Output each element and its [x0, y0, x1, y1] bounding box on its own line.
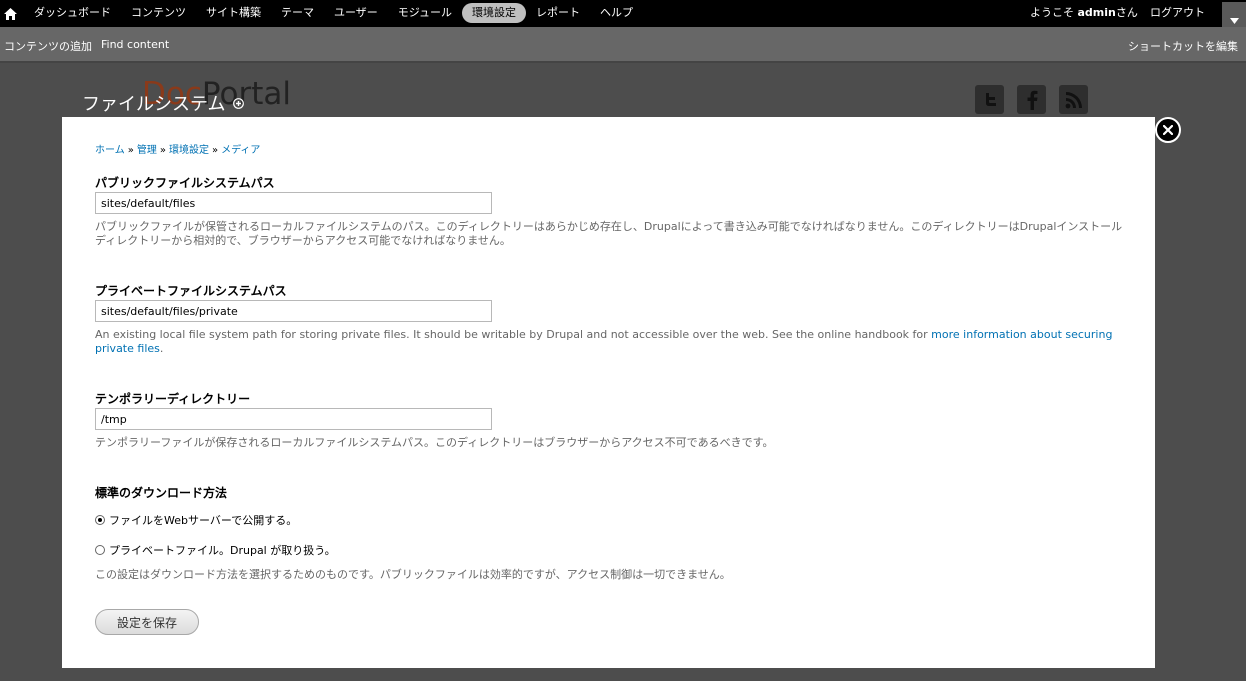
shortcut-find-content[interactable]: Find content: [101, 38, 169, 51]
download-method-label: 標準のダウンロード方法: [95, 486, 228, 500]
breadcrumb-admin[interactable]: 管理: [137, 145, 157, 156]
private-path-input[interactable]: [95, 300, 492, 322]
menu-item-appearance[interactable]: テーマ: [271, 3, 324, 23]
menu-item-help[interactable]: ヘルプ: [590, 3, 643, 23]
radio-public-label[interactable]: ファイルをWebサーバーで公開する。: [109, 512, 297, 528]
menu-item-configuration[interactable]: 環境設定: [462, 3, 527, 23]
shortcut-add-content[interactable]: コンテンツの追加: [4, 38, 92, 54]
private-path-label: プライベートファイルシステムパス: [95, 284, 287, 298]
chevron-down-icon: [1229, 18, 1239, 24]
menu-item-structure[interactable]: サイト構築: [196, 3, 271, 23]
save-settings-button[interactable]: 設定を保存: [95, 609, 199, 635]
menu-item-people[interactable]: ユーザー: [324, 3, 388, 23]
breadcrumb-config[interactable]: 環境設定: [169, 145, 209, 156]
home-icon[interactable]: [0, 0, 20, 27]
logout-link[interactable]: ログアウト: [1150, 0, 1205, 27]
public-path-input[interactable]: [95, 192, 492, 214]
close-overlay-button[interactable]: [1155, 117, 1181, 143]
welcome-prefix: ようこそ: [1030, 6, 1074, 19]
radio-public[interactable]: [95, 515, 105, 525]
welcome-suffix: さん: [1115, 6, 1138, 19]
temp-dir-input[interactable]: [95, 408, 492, 430]
edit-shortcuts-link[interactable]: ショートカットを編集: [1128, 38, 1238, 54]
welcome-message: ようこそ adminさん: [1030, 0, 1138, 27]
overlay-title: ファイルシステム: [82, 90, 245, 116]
temp-dir-description: テンポラリーファイルが保存されるローカルファイルシステムパス。このディレクトリー…: [95, 436, 774, 449]
download-public-option[interactable]: ファイルをWebサーバーで公開する。: [95, 512, 297, 528]
private-path-description: An existing local file system path for s…: [95, 328, 1113, 355]
menu-item-modules[interactable]: モジュール: [388, 3, 462, 23]
overlay-dialog: ホーム»管理»環境設定»メディア パブリックファイルシステムパス パブリックファ…: [62, 117, 1155, 668]
breadcrumb-media[interactable]: メディア: [221, 145, 260, 156]
admin-menu: ダッシュボード コンテンツ サイト構築 テーマ ユーザー モジュール 環境設定 …: [24, 3, 643, 23]
username-link[interactable]: admin: [1078, 6, 1116, 19]
breadcrumb-home[interactable]: ホーム: [95, 145, 125, 156]
admin-toolbar: ダッシュボード コンテンツ サイト構築 テーマ ユーザー モジュール 環境設定 …: [0, 0, 1246, 27]
public-path-label: パブリックファイルシステムパス: [95, 176, 275, 190]
add-shortcut-icon[interactable]: [233, 97, 245, 109]
toolbar-toggle-button[interactable]: [1222, 2, 1246, 27]
download-method-description: この設定はダウンロード方法を選択するためのものです。パブリックファイルは効率的で…: [95, 568, 731, 581]
menu-item-reports[interactable]: レポート: [526, 3, 590, 23]
twitter-icon[interactable]: [975, 85, 1004, 114]
radio-private-label[interactable]: プライベートファイル。Drupal が取り扱う。: [109, 542, 336, 558]
menu-item-content[interactable]: コンテンツ: [121, 3, 196, 23]
rss-icon[interactable]: [1059, 85, 1088, 114]
public-path-description: パブリックファイルが保管されるローカルファイルシステムのパス。このディレクトリー…: [95, 220, 1123, 247]
page-title: ファイルシステム: [82, 94, 226, 115]
facebook-icon[interactable]: [1017, 85, 1046, 114]
close-icon: [1163, 125, 1173, 135]
breadcrumb: ホーム» 管理» 環境設定» メディア: [95, 145, 261, 156]
radio-private[interactable]: [95, 545, 105, 555]
menu-item-dashboard[interactable]: ダッシュボード: [24, 3, 121, 23]
shortcut-bar: コンテンツの追加 Find content ショートカットを編集: [0, 27, 1246, 63]
temp-dir-label: テンポラリーディレクトリー: [95, 392, 251, 406]
download-private-option[interactable]: プライベートファイル。Drupal が取り扱う。: [95, 542, 336, 558]
